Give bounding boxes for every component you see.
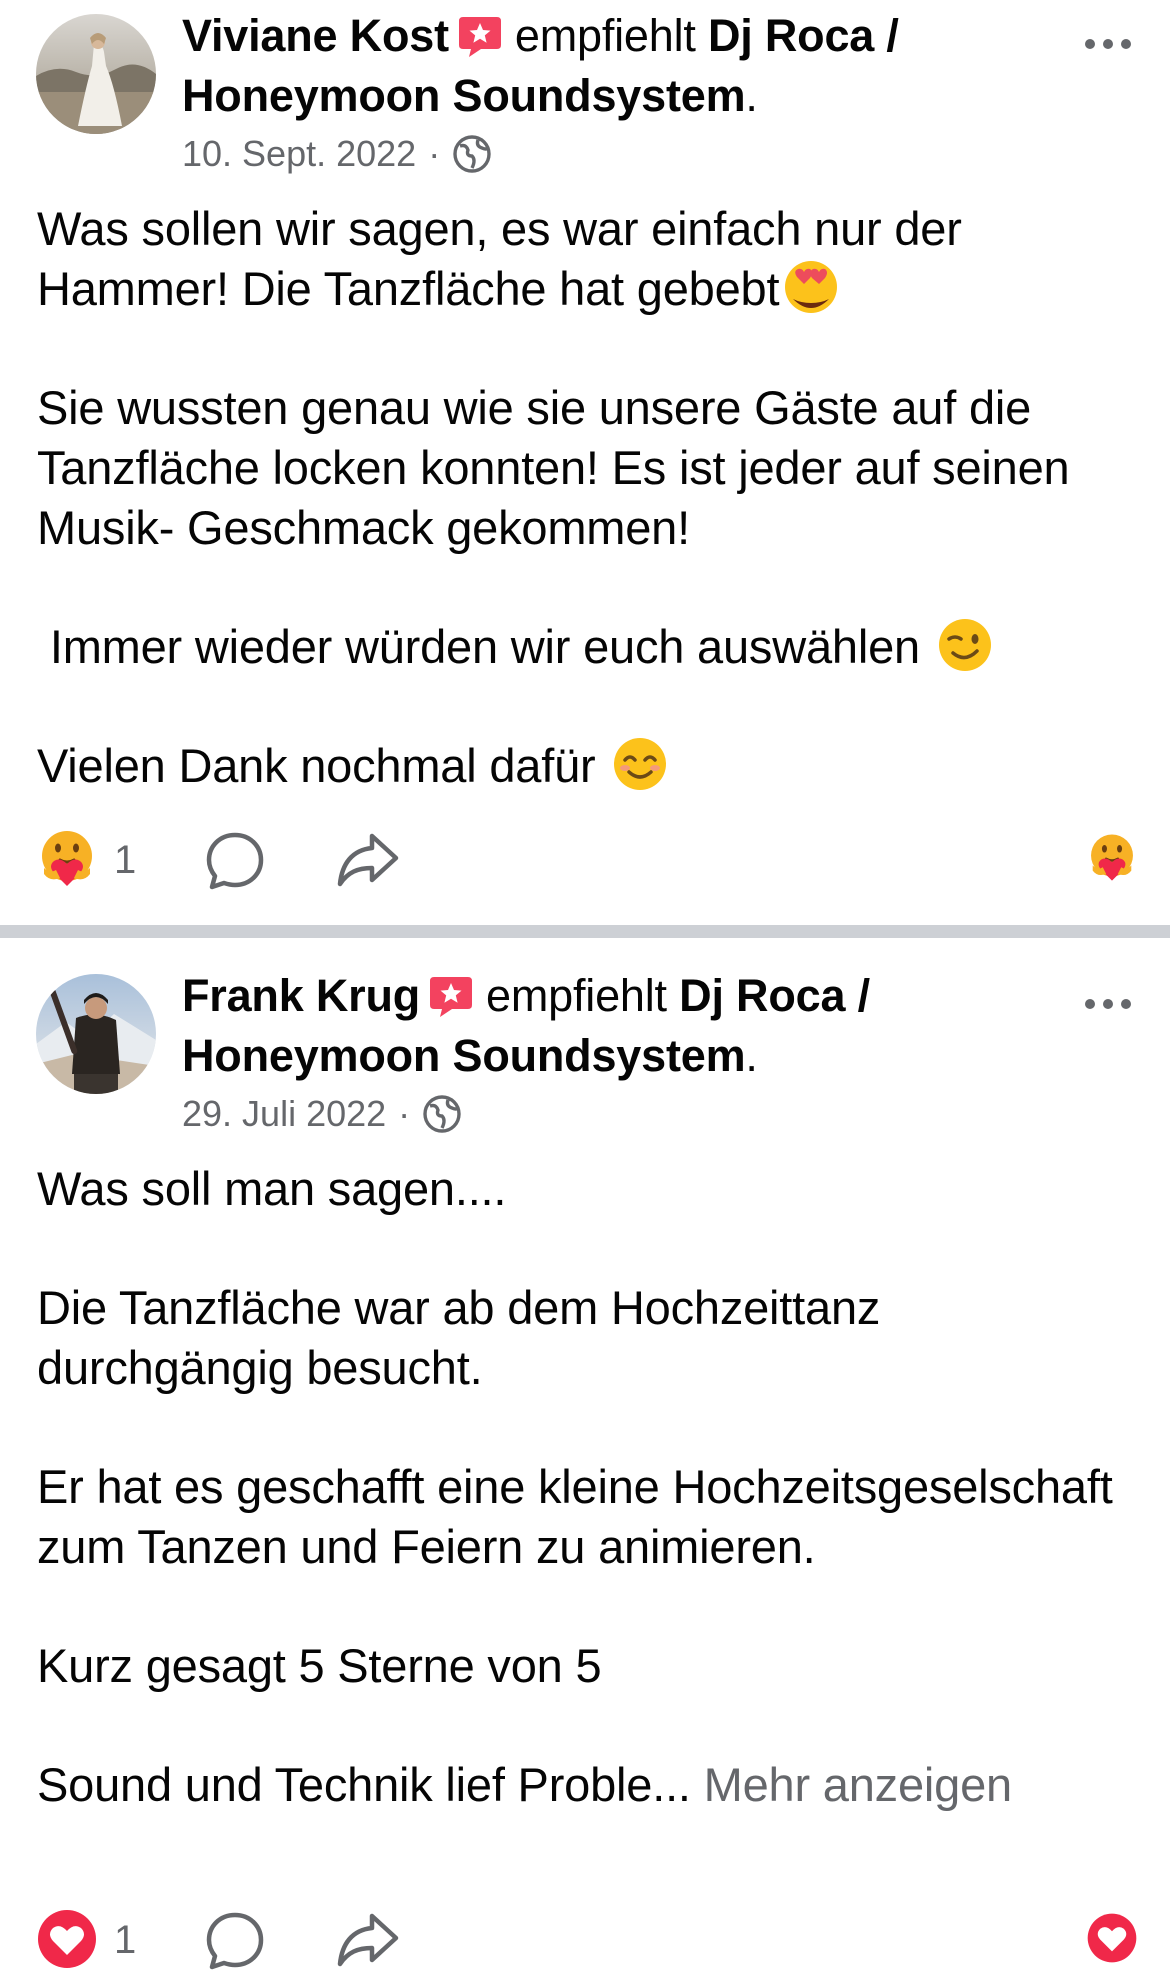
post-body: Was sollen wir sagen, es war einfach nur… xyxy=(37,199,1140,796)
comment-icon[interactable] xyxy=(204,830,266,892)
share-icon[interactable] xyxy=(336,830,400,892)
paragraph-text: Sie wussten genau wie sie unsere Gäste a… xyxy=(37,381,1083,554)
post-actions: 1 xyxy=(36,828,1138,896)
meta-separator: · xyxy=(428,133,441,174)
recommendation-post: Frank Krug empfiehlt Dj Roca / Honeymoon … xyxy=(0,938,1170,1982)
recommendation-badge-icon xyxy=(458,17,501,57)
post-meta: 10. Sept. 2022 · xyxy=(182,132,492,176)
globe-icon xyxy=(453,135,491,173)
post-paragraph: Sound und Technik lief Proble... Mehr an… xyxy=(37,1755,1140,1815)
post-paragraph: Die Tanzfläche war ab dem Hochzeittanz d… xyxy=(37,1278,1140,1398)
love-reaction-icon[interactable] xyxy=(36,1908,98,1970)
paragraph-text: Vielen Dank nochmal dafür xyxy=(37,739,609,792)
post-paragraph: Was soll man sagen.... xyxy=(37,1159,1140,1219)
recommends-text: empfiehlt xyxy=(514,10,696,61)
care-reaction-icon[interactable] xyxy=(1086,832,1138,884)
paragraph-text: Er hat es geschafft eine kleine Hochzeit… xyxy=(37,1460,1126,1573)
paragraph-text: Was soll man sagen.... xyxy=(37,1162,507,1215)
post-paragraph: Kurz gesagt 5 Sterne von 5 xyxy=(37,1636,1140,1696)
post-body: Was soll man sagen.... Die Tanzfläche wa… xyxy=(37,1159,1140,1815)
recommendation-badge-icon xyxy=(430,977,473,1017)
avatar[interactable] xyxy=(36,14,156,134)
care-reaction-icon[interactable] xyxy=(36,828,98,890)
author-name[interactable]: Frank Krug xyxy=(182,970,420,1021)
more-options-icon[interactable] xyxy=(1082,992,1134,1016)
post-header: Frank Krug empfiehlt Dj Roca / Honeymoon … xyxy=(182,966,1050,1086)
paragraph-text: Sound und Technik lief Proble... xyxy=(37,1758,704,1811)
post-divider xyxy=(0,925,1170,938)
comment-icon[interactable] xyxy=(204,1910,266,1972)
recommends-text: empfiehlt xyxy=(486,970,667,1021)
header-period: . xyxy=(745,1030,758,1081)
share-icon[interactable] xyxy=(336,1910,400,1972)
post-paragraph: Immer wieder würden wir euch auswählen xyxy=(37,617,1140,677)
globe-icon xyxy=(423,1095,461,1133)
post-paragraph: Er hat es geschafft eine kleine Hochzeit… xyxy=(37,1457,1140,1577)
paragraph-text: Immer wieder würden wir euch auswählen xyxy=(37,620,933,673)
post-paragraph: Vielen Dank nochmal dafür xyxy=(37,736,1140,796)
post-date[interactable]: 10. Sept. 2022 xyxy=(182,132,416,176)
smile-emoji xyxy=(614,738,667,790)
more-options-icon[interactable] xyxy=(1082,32,1134,56)
header-period: . xyxy=(745,70,758,121)
post-actions: 1 xyxy=(36,1908,1138,1976)
post-paragraph: Was sollen wir sagen, es war einfach nur… xyxy=(37,199,1140,319)
reaction-count[interactable]: 1 xyxy=(114,836,136,884)
post-meta: 29. Juli 2022 · xyxy=(182,1092,462,1136)
love-reaction-icon[interactable] xyxy=(1086,1912,1138,1964)
wink-emoji xyxy=(938,619,991,671)
recommendation-post: Viviane Kost empfiehlt Dj Roca / Honeymoo… xyxy=(0,0,1170,925)
post-header: Viviane Kost empfiehlt Dj Roca / Honeymoo… xyxy=(182,6,1050,126)
paragraph-text: Kurz gesagt 5 Sterne von 5 xyxy=(37,1639,602,1692)
meta-separator: · xyxy=(398,1093,411,1134)
post-paragraph: Sie wussten genau wie sie unsere Gäste a… xyxy=(37,378,1140,558)
see-more-link[interactable]: Mehr anzeigen xyxy=(704,1758,1013,1811)
reaction-count[interactable]: 1 xyxy=(114,1916,136,1964)
avatar[interactable] xyxy=(36,974,156,1094)
paragraph-text: Die Tanzfläche war ab dem Hochzeittanz d… xyxy=(37,1281,894,1394)
heart-eyes-emoji xyxy=(785,261,838,313)
author-name[interactable]: Viviane Kost xyxy=(182,10,449,61)
post-date[interactable]: 29. Juli 2022 xyxy=(182,1092,386,1136)
